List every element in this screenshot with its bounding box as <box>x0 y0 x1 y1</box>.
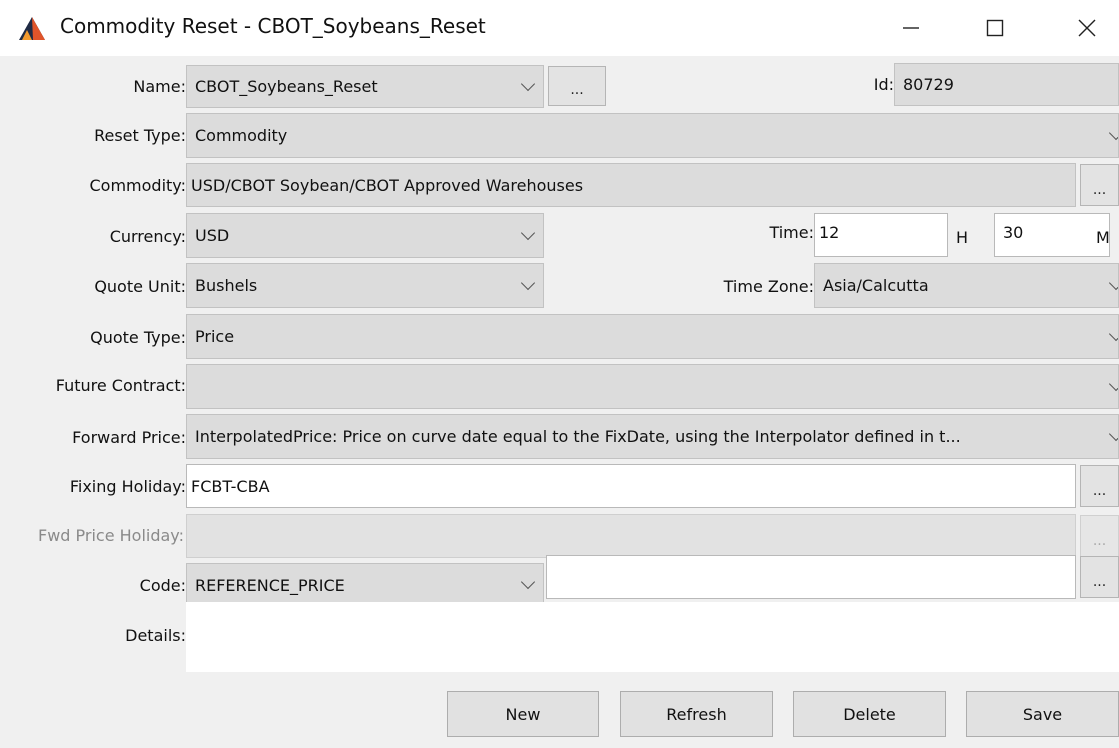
reset-type-value: Commodity <box>195 126 288 145</box>
details-label: Details: <box>125 626 186 645</box>
name-label: Name: <box>133 77 186 96</box>
app-logo-icon <box>19 17 45 40</box>
fwd-price-holiday-input <box>186 514 1076 558</box>
currency-value: USD <box>195 226 230 245</box>
commodity-value: USD/CBOT Soybean/CBOT Approved Warehouse… <box>191 175 584 195</box>
quote-type-value: Price <box>195 327 235 346</box>
time-minutes-input[interactable]: 30 <box>994 213 1110 257</box>
maximize-button[interactable] <box>972 8 1018 48</box>
future-contract-label: Future Contract: <box>55 376 186 395</box>
commodity-browse-button[interactable]: ... <box>1080 164 1119 206</box>
forward-price-label: Forward Price: <box>72 428 186 447</box>
maximize-icon <box>986 19 1004 37</box>
close-icon <box>1078 19 1096 37</box>
fixing-holiday-input[interactable]: FCBT-CBA <box>186 464 1076 508</box>
chevron-down-icon <box>1108 125 1118 140</box>
time-zone-value: Asia/Calcutta <box>823 276 929 295</box>
minimize-icon <box>903 27 919 29</box>
fixing-holiday-browse-button[interactable]: ... <box>1080 465 1119 507</box>
delete-button[interactable]: Delete <box>793 691 946 737</box>
id-field: 80729 <box>894 63 1119 106</box>
id-value: 80729 <box>903 75 954 94</box>
commodity-reset-form: Name: CBOT_Soybeans_Reset ... Id: 80729 … <box>0 56 1119 748</box>
currency-label: Currency: <box>109 227 186 246</box>
quote-unit-label: Quote Unit: <box>94 277 186 296</box>
chevron-down-icon <box>1108 326 1118 341</box>
save-button[interactable]: Save <box>966 691 1119 737</box>
quote-unit-dropdown[interactable]: Bushels <box>186 263 544 308</box>
code-browse-button[interactable]: ... <box>1080 556 1119 598</box>
currency-dropdown[interactable]: USD <box>186 213 544 258</box>
commodity-field: USD/CBOT Soybean/CBOT Approved Warehouse… <box>186 163 1076 207</box>
chevron-down-icon <box>520 275 536 290</box>
close-button[interactable] <box>1064 8 1110 48</box>
time-hours-value: 12 <box>819 223 840 242</box>
quote-unit-value: Bushels <box>195 276 258 295</box>
code-label: Code: <box>139 576 186 595</box>
id-label: Id: <box>873 75 894 94</box>
refresh-button[interactable]: Refresh <box>620 691 773 737</box>
name-browse-button[interactable]: ... <box>548 66 606 106</box>
quote-type-dropdown[interactable]: Price <box>186 314 1119 359</box>
fwd-price-holiday-browse-button: ... <box>1080 515 1119 557</box>
minutes-unit-label: M <box>1096 228 1110 247</box>
quote-type-label: Quote Type: <box>90 328 186 347</box>
chevron-down-icon <box>1108 275 1118 290</box>
reset-type-label: Reset Type: <box>94 126 186 145</box>
code-text-input[interactable] <box>546 555 1076 599</box>
commodity-label: Commodity: <box>89 176 187 195</box>
hours-unit-label: H <box>956 228 969 247</box>
fwd-price-holiday-label: Fwd Price Holiday: <box>37 526 184 545</box>
chevron-down-icon <box>520 225 536 240</box>
forward-price-dropdown[interactable]: InterpolatedPrice: Price on curve date e… <box>186 414 1119 459</box>
chevron-down-icon <box>1108 376 1118 391</box>
fixing-holiday-value: FCBT-CBA <box>191 476 270 496</box>
code-value: REFERENCE_PRICE <box>195 575 345 595</box>
title-bar: Commodity Reset - CBOT_Soybeans_Reset <box>0 0 1119 56</box>
time-zone-dropdown[interactable]: Asia/Calcutta <box>814 263 1119 308</box>
chevron-down-icon <box>1108 426 1118 441</box>
future-contract-dropdown[interactable] <box>186 364 1119 409</box>
time-hours-input[interactable]: 12 <box>814 213 948 257</box>
new-button[interactable]: New <box>447 691 599 737</box>
time-minutes-value: 30 <box>1003 223 1024 242</box>
time-zone-label: Time Zone: <box>723 277 814 296</box>
fixing-holiday-label: Fixing Holiday: <box>69 477 186 496</box>
name-value: CBOT_Soybeans_Reset <box>195 77 378 96</box>
name-dropdown[interactable]: CBOT_Soybeans_Reset <box>186 65 544 108</box>
details-textarea[interactable] <box>186 602 1119 672</box>
forward-price-value: InterpolatedPrice: Price on curve date e… <box>195 427 961 446</box>
chevron-down-icon <box>520 574 536 590</box>
code-dropdown[interactable]: REFERENCE_PRICE <box>186 563 544 607</box>
time-label: Time: <box>769 223 814 242</box>
reset-type-dropdown[interactable]: Commodity <box>186 113 1119 158</box>
chevron-down-icon <box>520 76 536 91</box>
window-title: Commodity Reset - CBOT_Soybeans_Reset <box>60 14 486 38</box>
minimize-button[interactable] <box>888 8 934 48</box>
